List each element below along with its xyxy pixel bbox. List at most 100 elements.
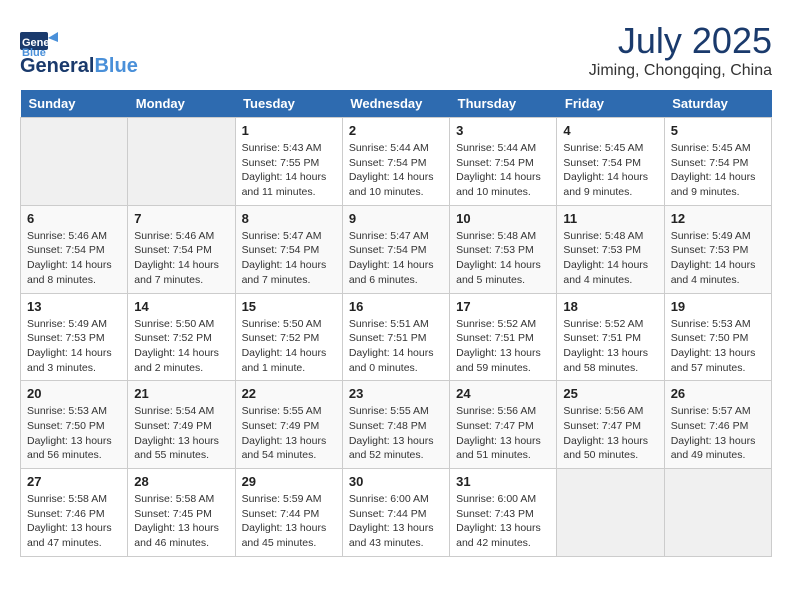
- day-info: Sunrise: 5:58 AM Sunset: 7:46 PM Dayligh…: [27, 492, 121, 551]
- calendar-cell: 7Sunrise: 5:46 AM Sunset: 7:54 PM Daylig…: [128, 205, 235, 293]
- day-info: Sunrise: 5:56 AM Sunset: 7:47 PM Dayligh…: [563, 404, 657, 463]
- calendar-cell: 10 Sunrise: 5:48 AM Sunset: 7:53 PM Dayli…: [450, 205, 557, 293]
- calendar-cell: [128, 118, 235, 206]
- day-number: 29: [242, 474, 336, 489]
- day-info: Sunrise: 5:50 AM Sunset: 7:52 PM Dayligh…: [134, 317, 228, 376]
- header-tuesday: Tuesday: [235, 90, 342, 118]
- day-info: Sunrise: 5:54 AM Sunset: 7:49 PM Dayligh…: [134, 404, 228, 463]
- calendar-cell: 27 Sunrise: 5:58 AM Sunset: 7:46 PM Dayli…: [21, 469, 128, 557]
- day-number: 20: [27, 386, 121, 401]
- calendar-cell: 30 Sunrise: 6:00 AM Sunset: 7:44 PM Dayli…: [342, 469, 449, 557]
- calendar-cell: 16 Sunrise: 5:51 AM Sunset: 7:51 PM Dayli…: [342, 293, 449, 381]
- day-number: 12: [671, 211, 765, 226]
- day-info: Sunrise: 5:53 AM Sunset: 7:50 PM Dayligh…: [671, 317, 765, 376]
- calendar-cell: [21, 118, 128, 206]
- calendar-cell: 5 Sunrise: 5:45 AM Sunset: 7:54 PM Daylig…: [664, 118, 771, 206]
- day-info: Sunrise: 5:45 AM Sunset: 7:54 PM Dayligh…: [563, 141, 657, 200]
- calendar-week-4: 27 Sunrise: 5:58 AM Sunset: 7:46 PM Dayli…: [21, 469, 772, 557]
- calendar-cell: 23 Sunrise: 5:55 AM Sunset: 7:48 PM Dayli…: [342, 381, 449, 469]
- day-number: 19: [671, 299, 765, 314]
- day-number: 11: [563, 211, 657, 226]
- day-number: 3: [456, 123, 550, 138]
- calendar-cell: 19 Sunrise: 5:53 AM Sunset: 7:50 PM Dayli…: [664, 293, 771, 381]
- month-title: July 2025: [589, 20, 772, 62]
- day-number: 13: [27, 299, 121, 314]
- logo-icon: General Blue: [20, 20, 60, 60]
- day-number: 8: [242, 211, 336, 226]
- day-number: 16: [349, 299, 443, 314]
- day-number: 9: [349, 211, 443, 226]
- calendar-cell: 28Sunrise: 5:58 AM Sunset: 7:45 PM Dayli…: [128, 469, 235, 557]
- header-wednesday: Wednesday: [342, 90, 449, 118]
- day-number: 2: [349, 123, 443, 138]
- day-number: 26: [671, 386, 765, 401]
- calendar-cell: 21 Sunrise: 5:54 AM Sunset: 7:49 PM Dayli…: [128, 381, 235, 469]
- calendar-cell: 8 Sunrise: 5:47 AM Sunset: 7:54 PM Daylig…: [235, 205, 342, 293]
- day-number: 21: [134, 386, 228, 401]
- day-number: 1: [242, 123, 336, 138]
- day-number: 15: [242, 299, 336, 314]
- day-number: 30: [349, 474, 443, 489]
- calendar-cell: 2Sunrise: 5:44 AM Sunset: 7:54 PM Daylig…: [342, 118, 449, 206]
- calendar-cell: 4 Sunrise: 5:45 AM Sunset: 7:54 PM Daylig…: [557, 118, 664, 206]
- day-number: 28: [134, 474, 228, 489]
- calendar-cell: [557, 469, 664, 557]
- day-number: 24: [456, 386, 550, 401]
- day-info: Sunrise: 5:46 AM Sunset: 7:54 PM Dayligh…: [134, 229, 228, 288]
- calendar-cell: 11 Sunrise: 5:48 AM Sunset: 7:53 PM Dayli…: [557, 205, 664, 293]
- calendar-cell: 26 Sunrise: 5:57 AM Sunset: 7:46 PM Dayli…: [664, 381, 771, 469]
- day-info: Sunrise: 5:45 AM Sunset: 7:54 PM Dayligh…: [671, 141, 765, 200]
- day-info: Sunrise: 5:48 AM Sunset: 7:53 PM Dayligh…: [456, 229, 550, 288]
- calendar-week-2: 13Sunrise: 5:49 AM Sunset: 7:53 PM Dayli…: [21, 293, 772, 381]
- day-number: 4: [563, 123, 657, 138]
- day-info: Sunrise: 5:47 AM Sunset: 7:54 PM Dayligh…: [349, 229, 443, 288]
- day-info: Sunrise: 5:52 AM Sunset: 7:51 PM Dayligh…: [456, 317, 550, 376]
- calendar-cell: 3 Sunrise: 5:44 AM Sunset: 7:54 PM Daylig…: [450, 118, 557, 206]
- day-number: 17: [456, 299, 550, 314]
- calendar-cell: 14 Sunrise: 5:50 AM Sunset: 7:52 PM Dayli…: [128, 293, 235, 381]
- calendar-cell: 18 Sunrise: 5:52 AM Sunset: 7:51 PM Dayli…: [557, 293, 664, 381]
- calendar-cell: 17 Sunrise: 5:52 AM Sunset: 7:51 PM Dayli…: [450, 293, 557, 381]
- calendar-week-3: 20 Sunrise: 5:53 AM Sunset: 7:50 PM Dayli…: [21, 381, 772, 469]
- day-info: Sunrise: 5:44 AM Sunset: 7:54 PM Dayligh…: [456, 141, 550, 200]
- day-number: 6: [27, 211, 121, 226]
- calendar-cell: 9 Sunrise: 5:47 AM Sunset: 7:54 PM Daylig…: [342, 205, 449, 293]
- day-info: Sunrise: 6:00 AM Sunset: 7:44 PM Dayligh…: [349, 492, 443, 551]
- calendar-cell: 25Sunrise: 5:56 AM Sunset: 7:47 PM Dayli…: [557, 381, 664, 469]
- header-thursday: Thursday: [450, 90, 557, 118]
- day-info: Sunrise: 5:52 AM Sunset: 7:51 PM Dayligh…: [563, 317, 657, 376]
- logo-blue: Blue: [94, 55, 137, 78]
- header-friday: Friday: [557, 90, 664, 118]
- day-info: Sunrise: 5:53 AM Sunset: 7:50 PM Dayligh…: [27, 404, 121, 463]
- header-saturday: Saturday: [664, 90, 771, 118]
- day-info: Sunrise: 5:57 AM Sunset: 7:46 PM Dayligh…: [671, 404, 765, 463]
- day-info: Sunrise: 6:00 AM Sunset: 7:43 PM Dayligh…: [456, 492, 550, 551]
- day-info: Sunrise: 5:51 AM Sunset: 7:51 PM Dayligh…: [349, 317, 443, 376]
- calendar-cell: 15Sunrise: 5:50 AM Sunset: 7:52 PM Dayli…: [235, 293, 342, 381]
- calendar-cell: 20 Sunrise: 5:53 AM Sunset: 7:50 PM Dayli…: [21, 381, 128, 469]
- logo: General Blue General Blue: [20, 20, 138, 78]
- day-number: 23: [349, 386, 443, 401]
- day-number: 31: [456, 474, 550, 489]
- header-monday: Monday: [128, 90, 235, 118]
- calendar-header-row: SundayMondayTuesdayWednesdayThursdayFrid…: [21, 90, 772, 118]
- calendar-cell: 13Sunrise: 5:49 AM Sunset: 7:53 PM Dayli…: [21, 293, 128, 381]
- day-number: 10: [456, 211, 550, 226]
- calendar-week-1: 6 Sunrise: 5:46 AM Sunset: 7:54 PM Daylig…: [21, 205, 772, 293]
- header-sunday: Sunday: [21, 90, 128, 118]
- day-number: 14: [134, 299, 228, 314]
- title-block: July 2025 Jiming, Chongqing, China: [589, 20, 772, 80]
- calendar-cell: [664, 469, 771, 557]
- day-number: 27: [27, 474, 121, 489]
- day-info: Sunrise: 5:48 AM Sunset: 7:53 PM Dayligh…: [563, 229, 657, 288]
- page-header: General Blue General Blue July 2025 Jimi…: [20, 20, 772, 80]
- location-title: Jiming, Chongqing, China: [589, 62, 772, 80]
- calendar-table: SundayMondayTuesdayWednesdayThursdayFrid…: [20, 90, 772, 557]
- day-number: 5: [671, 123, 765, 138]
- day-info: Sunrise: 5:46 AM Sunset: 7:54 PM Dayligh…: [27, 229, 121, 288]
- calendar-cell: 6 Sunrise: 5:46 AM Sunset: 7:54 PM Daylig…: [21, 205, 128, 293]
- day-number: 18: [563, 299, 657, 314]
- calendar-cell: 12Sunrise: 5:49 AM Sunset: 7:53 PM Dayli…: [664, 205, 771, 293]
- day-info: Sunrise: 5:55 AM Sunset: 7:48 PM Dayligh…: [349, 404, 443, 463]
- day-info: Sunrise: 5:47 AM Sunset: 7:54 PM Dayligh…: [242, 229, 336, 288]
